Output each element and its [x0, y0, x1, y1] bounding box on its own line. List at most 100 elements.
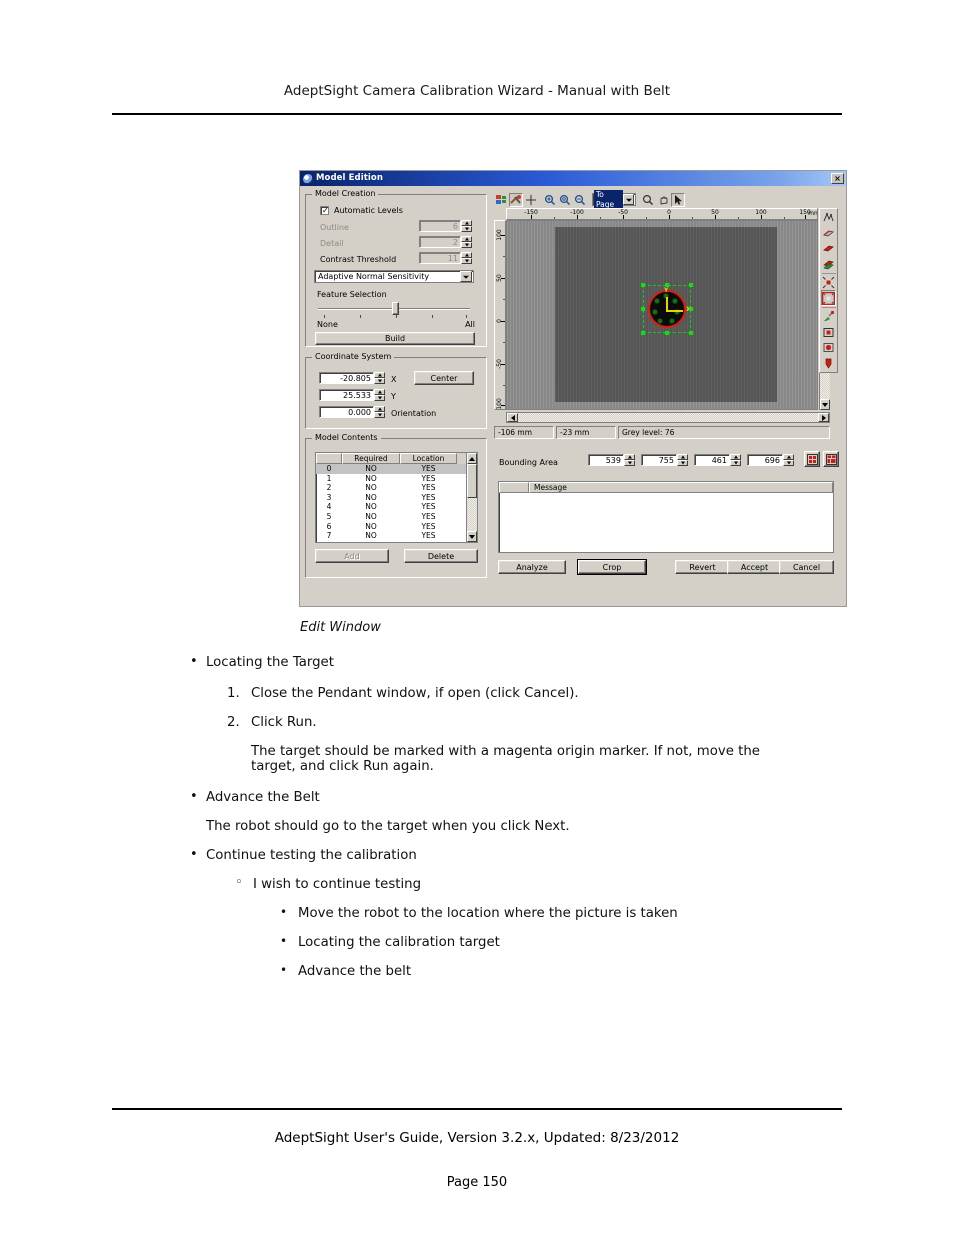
table-row[interactable]: 2 NO YES	[316, 483, 477, 493]
select-arrow-icon[interactable]	[671, 192, 685, 207]
pan-hand-icon[interactable]	[656, 192, 670, 207]
chevron-down-icon[interactable]	[460, 271, 472, 282]
scroll-right-icon[interactable]	[818, 413, 829, 422]
zoom-in-icon[interactable]	[543, 192, 557, 207]
coord-y-spinner[interactable]	[374, 389, 385, 401]
bounding-grid-alt-icon[interactable]	[823, 451, 839, 467]
eyedropper-icon[interactable]	[821, 309, 836, 325]
ellipse-region-icon[interactable]	[821, 340, 836, 356]
analyze-button[interactable]: Analyze	[498, 560, 566, 574]
coord-orientation-field[interactable]: 0.000	[319, 406, 374, 418]
coord-orientation-spinner[interactable]	[374, 406, 385, 418]
contrast-threshold-field[interactable]: 11	[419, 252, 461, 264]
coord-x-spinner[interactable]	[374, 372, 385, 384]
edge-single-icon[interactable]	[821, 225, 836, 241]
delete-button[interactable]: Delete	[404, 549, 478, 563]
scroll-trough[interactable]	[518, 413, 818, 422]
spinner-up-icon[interactable]	[374, 372, 385, 378]
calibration-target[interactable]: Y X	[637, 279, 697, 339]
chevron-down-icon[interactable]	[623, 194, 634, 205]
spinner-down-icon[interactable]	[461, 258, 472, 264]
magnifier-icon[interactable]	[641, 192, 655, 207]
crop-button[interactable]: Crop	[578, 560, 646, 574]
cancel-button[interactable]: Cancel	[779, 560, 834, 574]
contrast-threshold-spinner[interactable]	[461, 252, 472, 264]
spinner-up-icon[interactable]	[461, 220, 472, 226]
scroll-down-icon[interactable]	[467, 531, 477, 542]
build-button[interactable]: Build	[315, 332, 475, 345]
outline-field[interactable]: 6	[419, 220, 461, 232]
edge-red-icon[interactable]	[821, 241, 836, 257]
zoom-actual-icon[interactable]	[558, 192, 572, 207]
table-row[interactable]: 1 NO YES	[316, 474, 477, 484]
table-row[interactable]: 7 NO YES	[316, 531, 477, 541]
detail-spinner[interactable]	[461, 236, 472, 248]
outline-spinner[interactable]	[461, 220, 472, 232]
spinner-down-icon[interactable]	[677, 460, 688, 466]
resize-handle[interactable]	[665, 331, 669, 335]
message-listbox[interactable]: Message	[498, 481, 834, 553]
bounding-area-field-2[interactable]: 755	[641, 454, 677, 466]
spinner-up-icon[interactable]	[461, 252, 472, 258]
rect-region-icon[interactable]	[821, 324, 836, 340]
spinner-down-icon[interactable]	[374, 395, 385, 401]
bounding-area-spinner-3[interactable]	[730, 454, 741, 466]
revert-button[interactable]: Revert	[675, 560, 730, 574]
resize-handle[interactable]	[641, 307, 645, 311]
bounding-area-spinner-1[interactable]	[624, 454, 635, 466]
bounding-area-field-3[interactable]: 461	[694, 454, 730, 466]
resize-handle[interactable]	[665, 283, 669, 287]
spinner-up-icon[interactable]	[374, 406, 385, 412]
column-message[interactable]: Message	[529, 482, 833, 493]
table-row[interactable]: 5 NO YES	[316, 512, 477, 522]
sensitivity-combobox[interactable]: Adaptive Normal Sensitivity	[314, 270, 474, 283]
table-row[interactable]: 3 NO YES	[316, 493, 477, 503]
model-contents-listbox[interactable]: Required Location 0 NO YES 1 NO YES 2 NO YES 3 NO Y…	[315, 452, 478, 543]
table-row[interactable]: 6 NO YES	[316, 522, 477, 532]
canvas-hscrollbar[interactable]	[506, 412, 830, 423]
spinner-down-icon[interactable]	[730, 460, 741, 466]
spinner-down-icon[interactable]	[461, 226, 472, 232]
resize-handle[interactable]	[689, 331, 693, 335]
scroll-trough[interactable]	[467, 498, 477, 531]
coord-x-field[interactable]: -20.805	[319, 372, 374, 384]
bounding-area-spinner-4[interactable]	[783, 454, 794, 466]
resize-handle[interactable]	[641, 331, 645, 335]
spinner-up-icon[interactable]	[461, 236, 472, 242]
feature-selection-slider[interactable]	[318, 308, 470, 310]
spinner-down-icon[interactable]	[461, 242, 472, 248]
spinner-up-icon[interactable]	[374, 389, 385, 395]
expand-selection-icon[interactable]	[821, 290, 836, 307]
bounding-area-field-4[interactable]: 696	[747, 454, 783, 466]
image-canvas[interactable]: Y X	[506, 220, 818, 410]
polygon-region-icon[interactable]	[821, 355, 836, 371]
model-contents-scrollbar[interactable]	[466, 453, 477, 542]
column-blank[interactable]	[499, 482, 529, 493]
close-icon[interactable]: ×	[831, 173, 844, 184]
edge-green-icon[interactable]	[821, 256, 836, 272]
zoom-combobox[interactable]: To Page	[592, 189, 636, 210]
zoom-out-icon[interactable]	[573, 192, 587, 207]
scroll-up-icon[interactable]	[467, 453, 477, 464]
column-location[interactable]: Location	[400, 453, 457, 464]
bounding-grid-icon[interactable]	[804, 451, 820, 467]
shrink-selection-icon[interactable]	[821, 274, 836, 291]
accept-button[interactable]: Accept	[727, 560, 782, 574]
detail-field[interactable]: 2	[419, 236, 461, 248]
resize-handle[interactable]	[641, 283, 645, 287]
column-required[interactable]: Required	[342, 453, 400, 464]
coord-y-field[interactable]: 25.533	[319, 389, 374, 401]
spinner-down-icon[interactable]	[624, 460, 635, 466]
scroll-thumb[interactable]	[467, 464, 477, 498]
bounding-area-spinner-2[interactable]	[677, 454, 688, 466]
spinner-down-icon[interactable]	[374, 412, 385, 418]
scroll-left-icon[interactable]	[507, 413, 518, 422]
model-features-icon[interactable]	[821, 210, 836, 226]
tools-icon[interactable]	[509, 192, 523, 207]
feature-selection-thumb[interactable]	[392, 302, 399, 315]
spinner-down-icon[interactable]	[783, 460, 794, 466]
spinner-down-icon[interactable]	[374, 378, 385, 384]
add-button[interactable]: Add	[315, 549, 389, 563]
column-index[interactable]	[316, 453, 342, 464]
crosshair-icon[interactable]	[524, 192, 538, 207]
